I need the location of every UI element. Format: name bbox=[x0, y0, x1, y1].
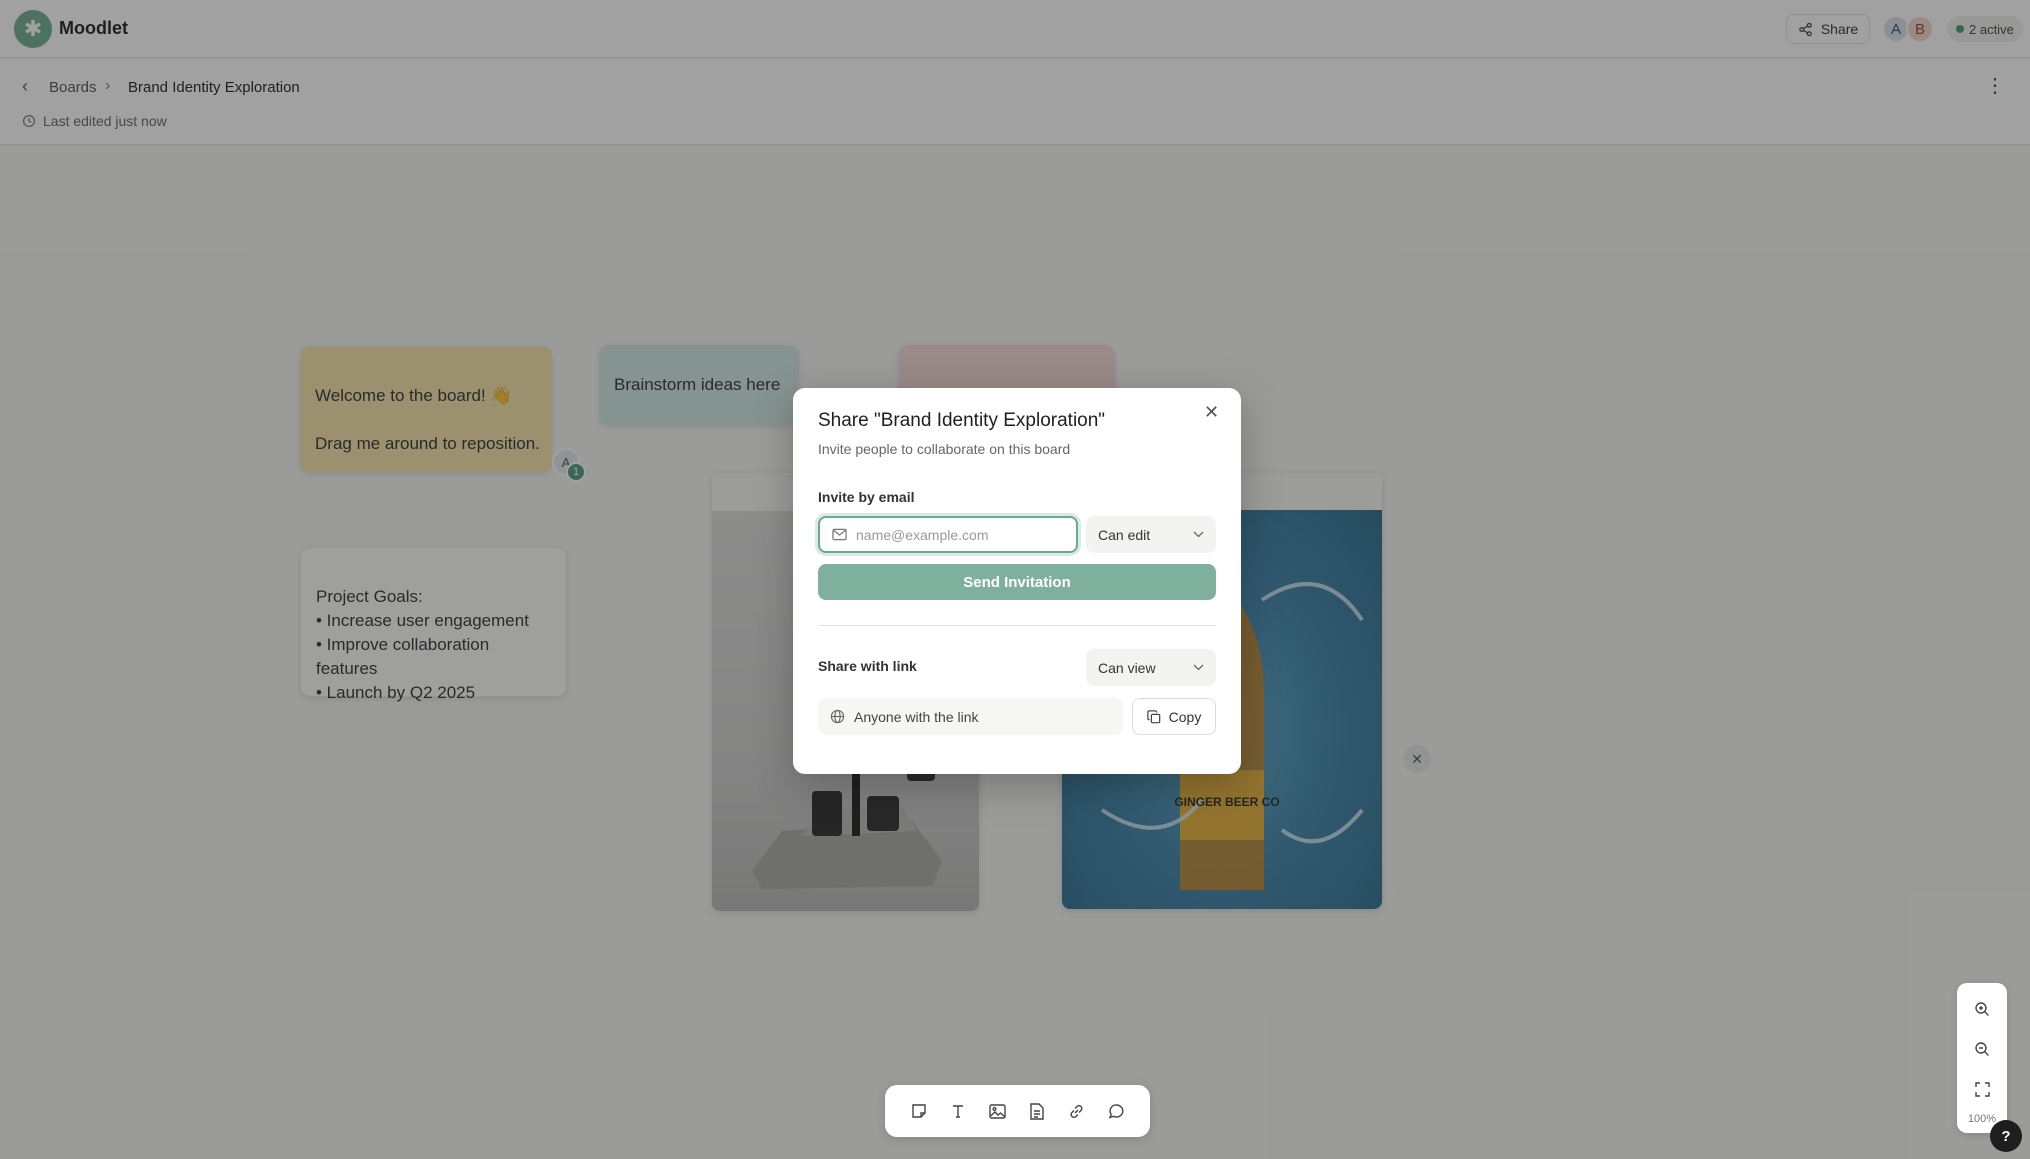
link-scope-text: Anyone with the link bbox=[854, 708, 979, 725]
copy-label: Copy bbox=[1168, 708, 1202, 725]
share-link-label: Share with link bbox=[818, 658, 917, 674]
close-icon[interactable]: ✕ bbox=[1204, 402, 1219, 423]
invite-permission-value: Can edit bbox=[1098, 526, 1151, 543]
divider bbox=[818, 625, 1216, 626]
zoom-in-icon[interactable] bbox=[1970, 997, 1994, 1021]
share-link-field[interactable]: Anyone with the link bbox=[818, 698, 1123, 735]
comment-tool-icon[interactable] bbox=[1102, 1097, 1130, 1125]
link-permission-value: Can view bbox=[1098, 659, 1156, 676]
globe-icon bbox=[830, 709, 845, 724]
link-tool-icon[interactable] bbox=[1063, 1097, 1091, 1125]
chevron-down-icon bbox=[1193, 531, 1204, 538]
dialog-subtitle: Invite people to collaborate on this boa… bbox=[818, 441, 1071, 457]
copy-link-button[interactable]: Copy bbox=[1132, 698, 1216, 735]
dialog-title: Share "Brand Identity Exploration" bbox=[818, 410, 1106, 431]
document-tool-icon[interactable] bbox=[1023, 1097, 1051, 1125]
email-field[interactable] bbox=[818, 516, 1078, 553]
help-button[interactable]: ? bbox=[1990, 1120, 2022, 1152]
bottom-toolbar bbox=[885, 1085, 1150, 1137]
fit-screen-icon[interactable] bbox=[1970, 1077, 1994, 1101]
link-permission-select[interactable]: Can view bbox=[1086, 649, 1216, 686]
sticky-note-tool-icon[interactable] bbox=[905, 1097, 933, 1125]
copy-icon bbox=[1146, 709, 1160, 723]
zoom-out-icon[interactable] bbox=[1970, 1037, 1994, 1061]
image-tool-icon[interactable] bbox=[984, 1097, 1012, 1125]
email-input[interactable] bbox=[856, 526, 1056, 543]
text-tool-icon[interactable] bbox=[944, 1097, 972, 1125]
chevron-down-icon bbox=[1193, 664, 1204, 671]
invite-permission-select[interactable]: Can edit bbox=[1086, 516, 1216, 553]
share-dialog: Share "Brand Identity Exploration" ✕ Inv… bbox=[793, 388, 1241, 774]
zoom-controls: 100% bbox=[1957, 983, 2007, 1133]
mail-icon bbox=[832, 528, 847, 541]
send-invitation-button[interactable]: Send Invitation bbox=[818, 564, 1216, 600]
invite-label: Invite by email bbox=[818, 489, 915, 505]
